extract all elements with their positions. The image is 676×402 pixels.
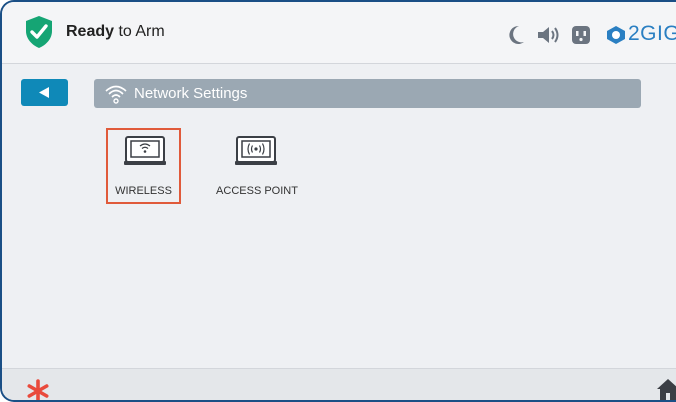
shield-check-icon bbox=[26, 16, 52, 48]
status-bar: Ready to Arm 2GIG bbox=[2, 2, 676, 64]
page-title-bar: Network Settings bbox=[94, 79, 641, 108]
moon-icon[interactable] bbox=[506, 24, 526, 46]
wireless-router-icon bbox=[124, 136, 166, 165]
status-strong: Ready bbox=[66, 23, 115, 40]
speaker-icon[interactable] bbox=[536, 24, 560, 46]
wireless-label: WIRELESS bbox=[115, 185, 172, 197]
home-icon[interactable] bbox=[656, 377, 676, 401]
wifi-icon bbox=[105, 85, 127, 104]
access-point-icon bbox=[235, 136, 277, 165]
arming-status: Ready to Arm bbox=[66, 23, 165, 41]
wireless-tile[interactable]: WIRELESS bbox=[106, 128, 181, 204]
panel-frame: Ready to Arm 2GIG Network Settings WIREL… bbox=[0, 0, 676, 402]
page-title: Network Settings bbox=[134, 85, 248, 102]
outlet-icon[interactable] bbox=[571, 24, 591, 46]
back-button[interactable] bbox=[21, 79, 68, 106]
bottom-bar bbox=[2, 368, 676, 402]
access-point-label: ACCESS POINT bbox=[216, 185, 298, 197]
brand-logo-icon bbox=[607, 26, 625, 44]
status-rest: to Arm bbox=[114, 23, 165, 40]
access-point-tile[interactable]: ACCESS POINT bbox=[207, 128, 307, 204]
brand-name: 2GIG bbox=[628, 22, 676, 45]
asterisk-icon[interactable] bbox=[26, 379, 50, 402]
back-arrow-icon bbox=[39, 87, 49, 98]
